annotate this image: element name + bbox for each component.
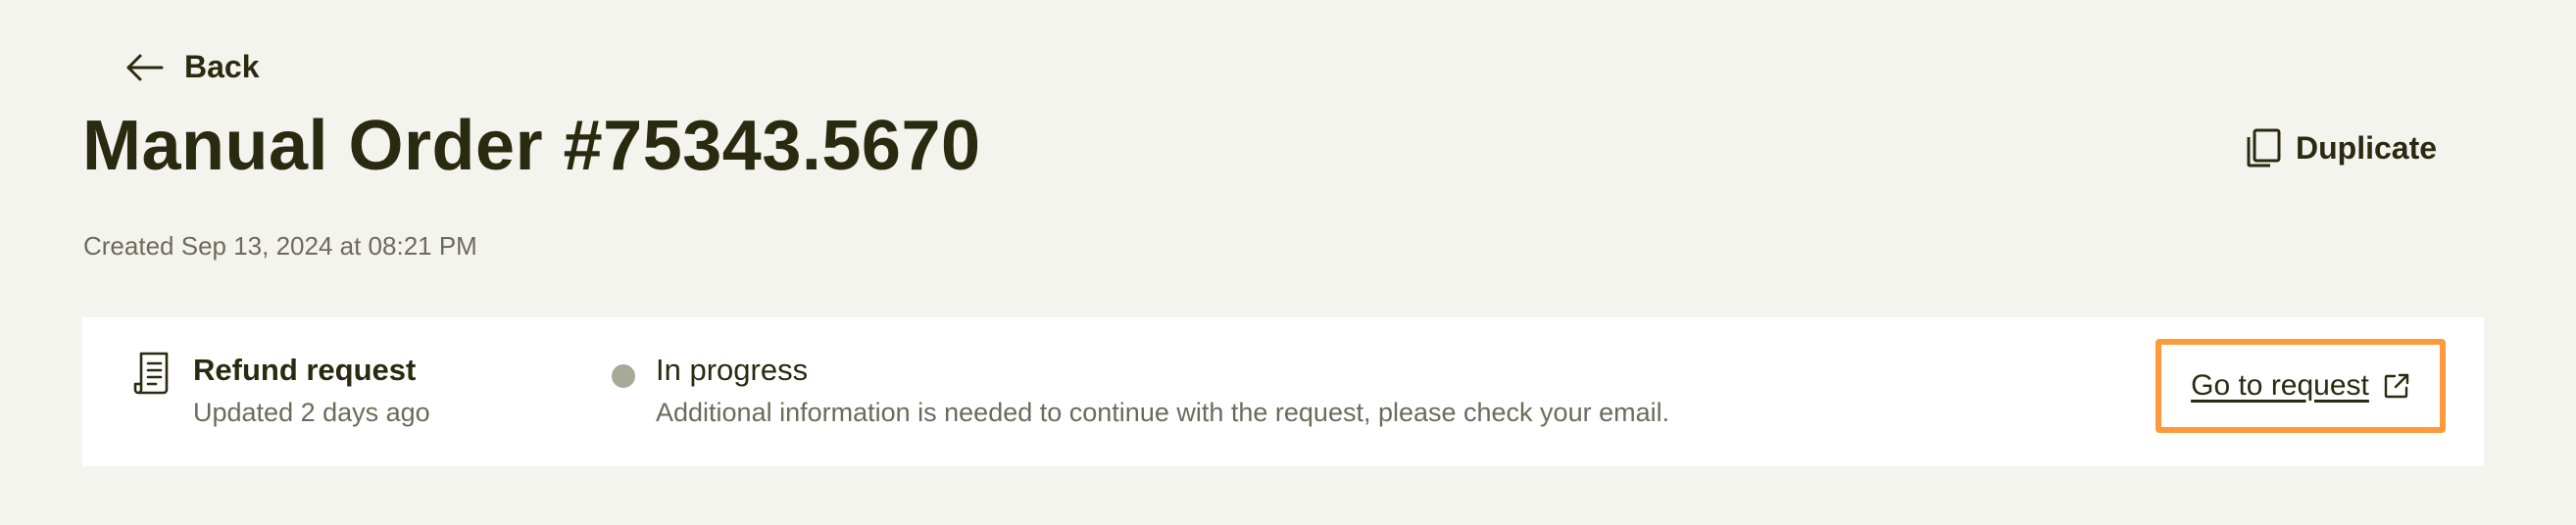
- page-title: Manual Order #75343.5670: [82, 107, 981, 185]
- receipt-icon: [133, 351, 173, 396]
- status-dot: [612, 364, 635, 388]
- refund-request-title: Refund request: [193, 353, 417, 387]
- duplicate-label: Duplicate: [2296, 129, 2438, 166]
- go-to-request-link[interactable]: Go to request: [2155, 339, 2446, 433]
- status-label: In progress: [656, 353, 809, 387]
- copy-icon: [2245, 127, 2282, 168]
- refund-updated-text: Updated 2 days ago: [193, 398, 430, 427]
- arrow-left-icon: [125, 54, 165, 81]
- back-link[interactable]: Back: [125, 49, 260, 85]
- status-description: Additional information is needed to cont…: [656, 398, 1670, 427]
- external-link-icon: [2383, 372, 2410, 400]
- refund-request-card: Refund request Updated 2 days ago In pro…: [82, 317, 2484, 466]
- duplicate-button[interactable]: Duplicate: [2245, 127, 2437, 168]
- order-detail-page: Back Manual Order #75343.5670 Duplicate …: [0, 0, 2576, 525]
- go-to-request-label: Go to request: [2191, 369, 2369, 402]
- created-timestamp: Created Sep 13, 2024 at 08:21 PM: [83, 231, 477, 261]
- back-label: Back: [184, 49, 260, 84]
